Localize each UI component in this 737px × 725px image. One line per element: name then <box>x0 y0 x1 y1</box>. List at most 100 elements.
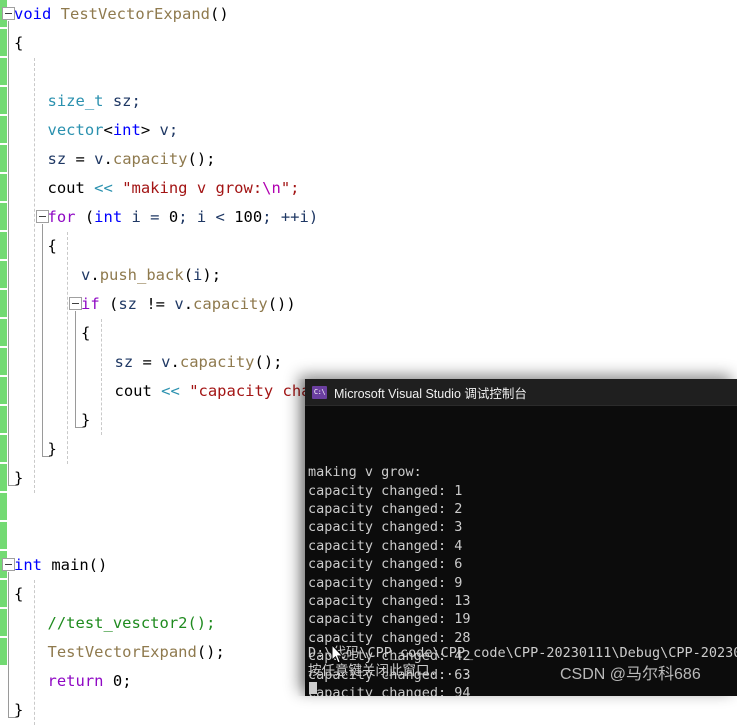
console-caret <box>309 682 317 694</box>
code-line[interactable]: if (sz != v.capacity()) <box>14 290 737 319</box>
change-bar-tick <box>0 462 7 464</box>
code-token: () <box>88 556 108 574</box>
change-bar-tick <box>0 578 7 580</box>
code-token: v; <box>159 121 179 139</box>
change-bar-tick <box>0 56 7 58</box>
code-token: i = <box>122 208 169 226</box>
console-exit-path: D:\代码\CPP_code\CPP_code\CPP-20230111\Deb… <box>308 645 737 661</box>
console-client-top-edge <box>305 405 737 406</box>
code-token: vector <box>47 121 104 139</box>
code-line[interactable]: vector<int> v; <box>14 116 737 145</box>
code-token: ( <box>99 295 119 313</box>
code-line-content: } <box>14 411 90 429</box>
debug-console-window[interactable]: C:\ Microsoft Visual Studio 调试控制台 making… <box>305 379 737 696</box>
change-bar-tick <box>0 172 7 174</box>
code-line[interactable]: for (int i = 0; i < 100; ++i) <box>14 203 737 232</box>
console-title-text: Microsoft Visual Studio 调试控制台 <box>334 386 527 401</box>
code-line[interactable]: size_t sz; <box>14 87 737 116</box>
console-output-line: capacity changed: 4 <box>308 537 463 554</box>
change-bar-tick <box>0 404 7 406</box>
change-bar-tick <box>0 491 7 493</box>
code-token: int <box>112 121 141 139</box>
console-app-icon: C:\ <box>312 385 327 399</box>
code-token: } <box>81 411 91 429</box>
console-output-line: capacity changed: 19 <box>308 611 471 628</box>
change-bar-tick <box>0 520 7 522</box>
code-token: . <box>170 353 180 371</box>
console-output-line: capacity changed: 3 <box>308 519 463 536</box>
console-output-line: capacity changed: 9 <box>308 574 463 591</box>
code-line[interactable]: { <box>14 29 737 58</box>
code-line[interactable]: cout << "making v grow:\n"; <box>14 174 737 203</box>
code-token: int <box>94 208 123 226</box>
change-bar-gap <box>0 665 7 696</box>
code-line[interactable]: v.push_back(i); <box>14 261 737 290</box>
code-token: ( <box>183 266 194 284</box>
code-token: = <box>133 353 162 371</box>
code-token: ; i < <box>178 208 235 226</box>
code-token: 0 <box>112 672 123 690</box>
code-token: { <box>81 324 91 342</box>
code-token: > <box>140 121 160 139</box>
code-line-content: { <box>14 34 23 52</box>
code-token: v <box>81 266 91 284</box>
code-line-content: //test_vesctor2(); <box>14 614 216 632</box>
code-token: "making v grow: <box>122 179 263 197</box>
code-token: } <box>47 440 57 458</box>
code-token: main <box>51 556 89 574</box>
code-line[interactable]: { <box>14 232 737 261</box>
code-token: () <box>209 5 229 23</box>
console-output-line: capacity changed: 94 <box>308 685 471 696</box>
code-line-content: void TestVectorExpand() <box>14 5 229 23</box>
code-line[interactable]: sz = v.capacity(); <box>14 145 737 174</box>
code-token: ()) <box>267 295 296 313</box>
code-token: ); <box>202 266 222 284</box>
code-line-content: cout << "making v grow:\n"; <box>14 179 300 197</box>
code-line-content: TestVectorExpand(); <box>14 643 225 661</box>
change-bar-tick <box>0 288 7 290</box>
change-bar-tick <box>0 27 7 29</box>
change-bar-tick <box>0 375 7 377</box>
change-bar-tick <box>0 201 7 203</box>
change-bar-tick <box>0 607 7 609</box>
change-bar-tick <box>0 85 7 87</box>
code-token: . <box>90 266 100 284</box>
code-line[interactable]: { <box>14 319 737 348</box>
code-token: (); <box>196 643 225 661</box>
code-token: capacity <box>112 150 188 168</box>
console-title-bar[interactable]: C:\ Microsoft Visual Studio 调试控制台 <box>305 379 737 405</box>
code-token: int <box>14 556 52 574</box>
code-line-content: { <box>14 585 23 603</box>
code-token: } <box>14 469 24 487</box>
code-token: if <box>81 295 100 313</box>
code-line[interactable]: sz = v.capacity(); <box>14 348 737 377</box>
code-token: { <box>47 237 57 255</box>
code-line[interactable] <box>14 58 737 87</box>
changed-lines-bar <box>0 0 7 696</box>
code-line[interactable]: void TestVectorExpand() <box>14 0 737 29</box>
code-token: sz <box>114 353 134 371</box>
code-token: << <box>161 382 180 400</box>
console-exit-prompt: 按任意键关闭此窗口. . . <box>308 663 471 680</box>
code-token: TestVectorExpand <box>47 643 197 661</box>
code-line-content: { <box>14 237 57 255</box>
code-token: void <box>14 5 61 23</box>
code-token: cout <box>47 179 85 197</box>
code-line[interactable]: } <box>14 696 737 725</box>
code-line-content: if (sz != v.capacity()) <box>14 295 296 313</box>
code-token: sz <box>118 295 138 313</box>
csdn-watermark: CSDN @马尔科686 <box>560 666 701 683</box>
code-token: v <box>174 295 184 313</box>
code-token: for <box>47 208 76 226</box>
change-bar-tick <box>0 549 7 551</box>
code-token: != <box>137 295 175 313</box>
console-output-line: capacity changed: 2 <box>308 501 463 518</box>
code-token: < <box>103 121 113 139</box>
code-token: ; <box>122 672 132 690</box>
code-token: 0 <box>168 208 179 226</box>
code-line-content: vector<int> v; <box>14 121 179 139</box>
